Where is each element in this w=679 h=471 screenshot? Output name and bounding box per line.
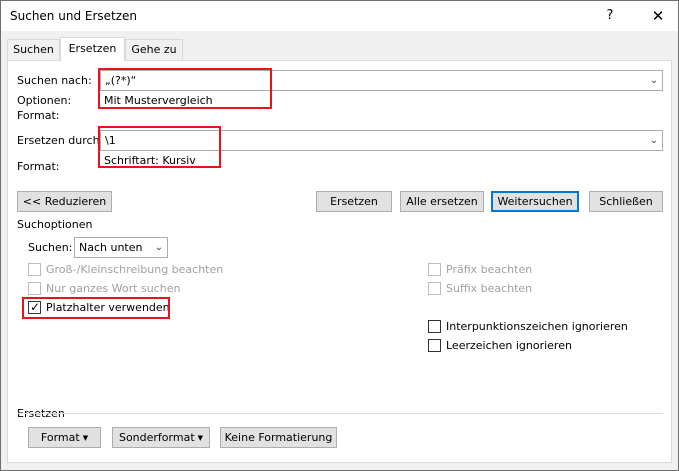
direction-select[interactable]: Nach unten ⌄ [74,237,168,258]
prefix-label: Präfix beachten [446,263,533,276]
replace-format-label: Format: [17,160,60,173]
suffix-checkbox[interactable] [428,282,441,295]
close-button[interactable]: Schließen [589,191,663,212]
close-window-button[interactable]: ✕ [647,5,669,27]
replace-label: Ersetzen durch: [17,134,104,147]
chevron-down-icon[interactable]: ⌄ [645,131,662,150]
chevron-down-icon[interactable]: ⌄ [150,238,167,257]
search-format-label: Format: [17,109,60,122]
match-case-checkbox[interactable] [28,263,41,276]
whole-word-label: Nur ganzes Wort suchen [46,282,181,295]
direction-label: Suchen: [28,241,73,254]
ignore-punctuation-label: Interpunktionszeichen ignorieren [446,320,628,333]
no-formatting-button[interactable]: Keine Formatierung [220,427,337,448]
highlight-wildcards [22,297,170,319]
special-format-button[interactable]: Sonderformat ▼ [112,427,210,448]
suffix-label: Suffix beachten [446,282,533,295]
tab-ersetzen[interactable]: Ersetzen [60,37,125,61]
reduce-button[interactable]: << Reduzieren [17,191,112,212]
find-replace-dialog: Suchen und Ersetzen ? ✕ Suchen Ersetzen … [0,0,679,471]
tab-gehe-zu-label: Gehe zu [131,43,177,56]
title-bar: Suchen und Ersetzen ? ✕ [1,1,678,31]
replace-all-button-label: Alle ersetzen [406,195,478,208]
help-button[interactable]: ? [599,5,621,27]
no-formatting-label: Keine Formatierung [224,431,333,444]
reduce-button-label: << Reduzieren [22,195,107,208]
tab-suchen-label: Suchen [13,43,54,56]
ignore-whitespace-label: Leerzeichen ignorieren [446,339,572,352]
find-next-button-label: Weitersuchen [497,195,573,208]
replace-all-button[interactable]: Alle ersetzen [400,191,484,212]
chevron-down-icon[interactable]: ⌄ [645,71,662,90]
search-label: Suchen nach: [17,74,92,87]
format-menu-label: Format [40,431,80,444]
search-options-heading: Suchoptionen [17,218,93,231]
direction-value: Nach unten [79,241,143,254]
highlight-search [98,68,272,109]
options-label: Optionen: [17,94,72,107]
replace-button-label: Ersetzen [330,195,378,208]
caret-down-icon: ▼ [82,434,89,442]
format-menu-button[interactable]: Format ▼ [28,427,101,448]
special-format-label: Sonderformat [118,431,195,444]
close-button-label: Schließen [599,195,653,208]
prefix-checkbox[interactable] [428,263,441,276]
ignore-punctuation-checkbox[interactable] [428,320,441,333]
tab-gehe-zu[interactable]: Gehe zu [125,39,183,60]
whole-word-checkbox[interactable] [28,282,41,295]
ignore-whitespace-checkbox[interactable] [428,339,441,352]
replace-section-divider [17,413,663,414]
match-case-label: Groß-/Kleinschreibung beachten [46,263,224,276]
ersetzen-panel: Suchen nach: „(?*)“ ⌄ Optionen: Mit Must… [7,60,672,463]
replace-button[interactable]: Ersetzen [316,191,392,212]
tab-suchen[interactable]: Suchen [7,39,60,60]
caret-down-icon: ▼ [197,434,204,442]
find-next-button[interactable]: Weitersuchen [491,191,579,212]
window-title: Suchen und Ersetzen [10,9,138,23]
tab-ersetzen-label: Ersetzen [68,42,117,55]
highlight-replace [98,126,221,168]
